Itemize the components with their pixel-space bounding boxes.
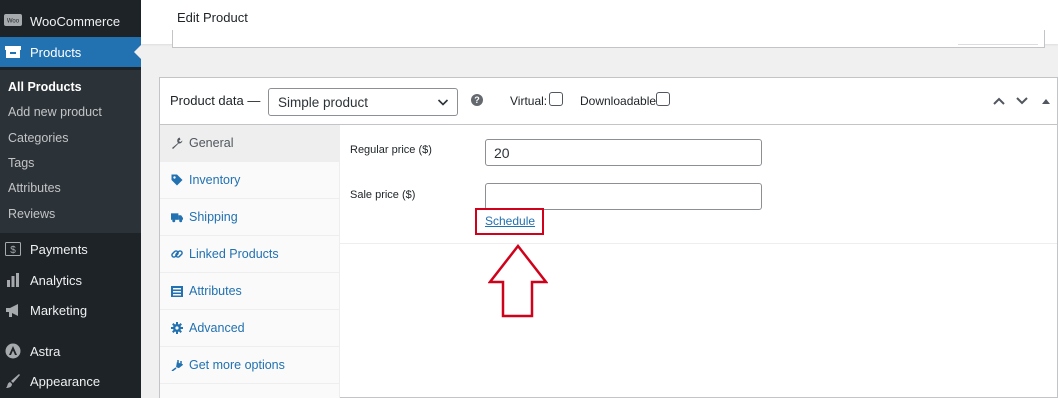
products-submenu: All Products Add new product Categories … [0,70,141,233]
submenu-categories[interactable]: Categories [8,131,68,145]
sidebar-item-astra[interactable]: Astra [0,336,141,366]
product-type-value: Simple product [278,95,369,110]
megaphone-icon [4,301,22,319]
plug-icon [171,359,183,371]
move-down-icon[interactable] [1015,94,1029,111]
tab-label: Get more options [189,358,285,372]
sidebar-item-woocommerce[interactable]: Woo WooCommerce [0,6,141,36]
sidebar-item-products[interactable]: Products [0,37,141,67]
product-data-tabs: General Inventory Shipping Linked Produc… [160,125,340,398]
svg-text:$: $ [10,245,16,256]
virtual-checkbox[interactable] [549,92,563,106]
tab-inventory[interactable]: Inventory [160,162,339,199]
tab-label: Shipping [189,210,238,224]
tab-shipping[interactable]: Shipping [160,199,339,236]
section-divider [339,243,1057,244]
collapse-toggle-icon[interactable] [1040,94,1052,111]
regular-price-label: Regular price ($) [350,144,432,156]
sidebar-item-label: Appearance [30,373,101,389]
product-data-panel: Product data — Simple product ? Virtual:… [159,77,1058,398]
virtual-label: Virtual: [510,94,548,108]
sidebar-item-appearance[interactable]: Appearance [0,366,141,396]
admin-sidebar: Woo WooCommerce Products All Products Ad… [0,0,141,398]
downloadable-label: Downloadable: [580,94,660,108]
sidebar-item-payments[interactable]: $ Payments [0,234,141,264]
move-up-icon[interactable] [992,94,1006,111]
truck-icon [171,211,183,223]
chevron-down-icon [437,96,449,111]
tab-label: Attributes [189,284,242,298]
previous-metabox-edge [172,30,1045,48]
product-data-header: Product data — Simple product ? Virtual:… [160,78,1057,125]
link-icon [171,248,183,260]
tab-label: Linked Products [189,247,279,261]
submenu-attributes[interactable]: Attributes [8,181,61,195]
sidebar-item-label: Payments [30,241,88,257]
sale-price-label: Sale price ($) [350,189,416,201]
woocommerce-icon: Woo [4,12,22,30]
tab-get-more-options[interactable]: Get more options [160,347,339,384]
payments-icon: $ [4,240,22,258]
submenu-add-new-product[interactable]: Add new product [8,105,102,119]
tab-label: General [189,136,234,150]
svg-text:Woo: Woo [7,19,20,25]
sidebar-item-label: Products [30,44,82,60]
tab-general[interactable]: General [160,125,339,162]
paintbrush-icon [4,372,22,390]
product-data-label: Product data — [170,93,261,108]
gear-icon [171,322,183,334]
submenu-tags[interactable]: Tags [8,156,34,170]
tag-icon [171,174,183,186]
page-title: Edit Product [177,10,248,25]
regular-price-input[interactable] [485,139,762,166]
wrench-icon [171,137,183,149]
downloadable-checkbox[interactable] [656,92,670,106]
tab-advanced[interactable]: Advanced [160,310,339,347]
schedule-link[interactable]: Schedule [485,214,535,228]
tab-label: Advanced [189,321,245,335]
help-icon[interactable]: ? [471,94,483,106]
sidebar-item-label: Analytics [30,272,83,288]
submenu-reviews[interactable]: Reviews [8,207,55,221]
annotation-arrow-up-icon [488,244,548,318]
sidebar-item-label: Astra [30,343,61,359]
tab-attributes[interactable]: Attributes [160,273,339,310]
tab-label: Inventory [189,173,241,187]
product-type-select[interactable]: Simple product [268,88,458,116]
sidebar-item-analytics[interactable]: Analytics [0,265,141,295]
analytics-bar-icon [4,271,22,289]
sidebar-item-marketing[interactable]: Marketing [0,295,141,325]
sidebar-item-label: WooCommerce [30,13,121,29]
astra-icon [4,342,22,360]
products-box-icon [4,43,22,61]
list-icon [171,285,183,297]
sidebar-item-label: Marketing [30,302,88,318]
submenu-all-products[interactable]: All Products [8,80,82,94]
sale-price-input[interactable] [485,183,762,210]
tab-linked-products[interactable]: Linked Products [160,236,339,273]
